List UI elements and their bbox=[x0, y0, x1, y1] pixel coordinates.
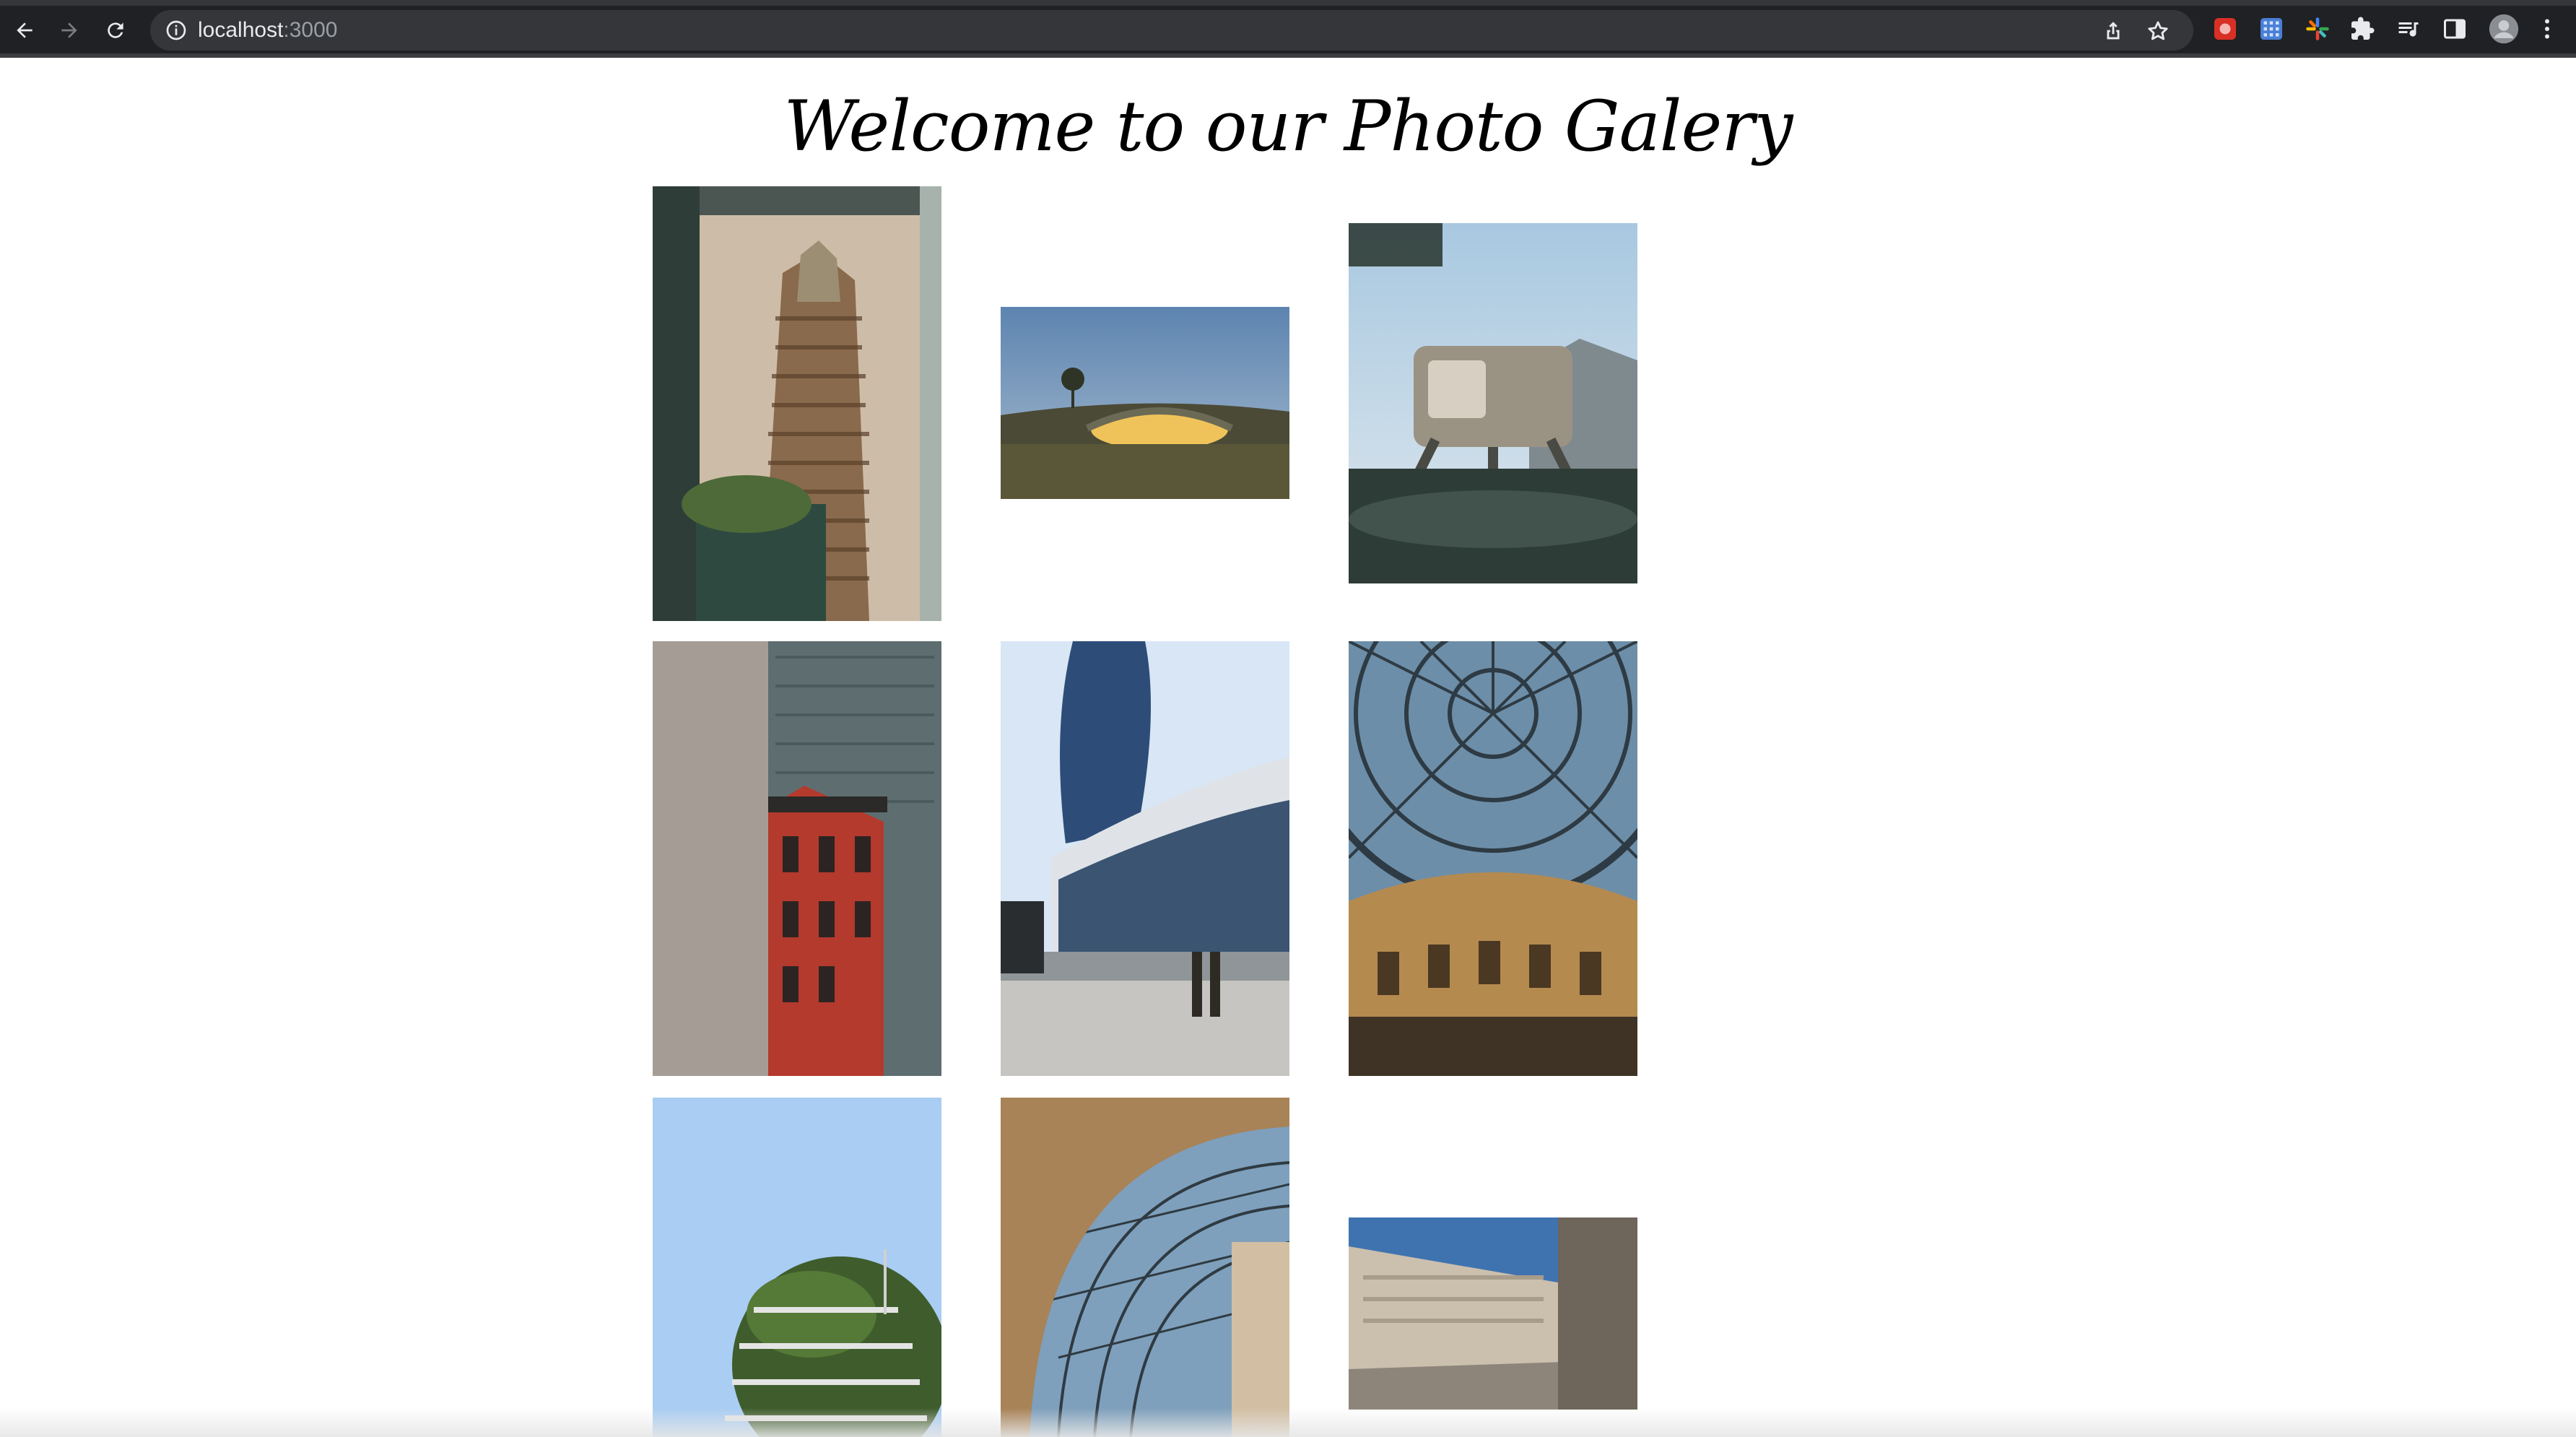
photo-glass-tower-image bbox=[1001, 641, 1289, 1076]
back-button[interactable] bbox=[7, 13, 42, 48]
photo-vertical-forest-image bbox=[653, 1098, 941, 1437]
extension-grid-button[interactable] bbox=[2258, 16, 2284, 42]
photo-red-building-image bbox=[653, 641, 941, 1076]
gallery-photo-modernist-building[interactable] bbox=[1349, 1217, 1637, 1410]
page-title: Welcome to our Photo Galery bbox=[783, 86, 1793, 167]
media-control-button[interactable] bbox=[2396, 16, 2421, 42]
extension-pinwheel-icon bbox=[2306, 17, 2329, 40]
gallery-photo-dusk-building[interactable] bbox=[1001, 307, 1289, 499]
reload-button[interactable] bbox=[98, 13, 133, 48]
photo-arched-vault-image bbox=[1001, 1098, 1289, 1437]
forward-button[interactable] bbox=[52, 13, 87, 48]
arrow-left-icon bbox=[17, 22, 32, 38]
side-panel-icon bbox=[2444, 19, 2466, 39]
side-panel-button[interactable] bbox=[2442, 16, 2468, 42]
gallery-photo-arched-vault[interactable] bbox=[1001, 1098, 1289, 1437]
photo-skyscraper-image bbox=[653, 186, 941, 621]
star-icon[interactable] bbox=[2146, 19, 2170, 43]
info-icon[interactable] bbox=[165, 19, 188, 42]
gallery-photo-skyscraper[interactable] bbox=[653, 186, 941, 621]
photo-dusk-building-image bbox=[1001, 307, 1289, 499]
gallery-photo-vertical-forest[interactable] bbox=[653, 1098, 941, 1437]
address-bar[interactable]: localhost:3000 bbox=[150, 10, 2193, 51]
browser-menu-button[interactable] bbox=[2534, 16, 2560, 42]
photo-walking-house-image bbox=[1349, 223, 1637, 583]
puzzle-icon bbox=[2351, 17, 2375, 40]
profile-avatar-icon bbox=[2489, 14, 2519, 44]
gallery-photo-red-building[interactable] bbox=[653, 641, 941, 1076]
url-text[interactable]: localhost:3000 bbox=[198, 19, 337, 42]
gallery-photo-glass-dome[interactable] bbox=[1349, 641, 1637, 1076]
viewport-bottom-edge bbox=[0, 1408, 2576, 1437]
extension-grid-icon bbox=[2260, 18, 2282, 40]
tab-strip-edge bbox=[0, 0, 2576, 6]
gallery-photo-walking-house[interactable] bbox=[1349, 223, 1637, 583]
menu-kebab-icon bbox=[2545, 19, 2549, 39]
extensions-button[interactable] bbox=[2349, 16, 2375, 42]
extension-red-icon bbox=[2214, 18, 2236, 40]
share-icon[interactable] bbox=[2101, 19, 2125, 43]
browser-toolbar: localhost:3000 bbox=[0, 0, 2576, 58]
extension-pinwheel-button[interactable] bbox=[2305, 16, 2331, 42]
media-control-icon bbox=[2398, 22, 2419, 37]
profile-button[interactable] bbox=[2488, 13, 2520, 45]
extension-red-button[interactable] bbox=[2212, 16, 2238, 42]
gallery-photo-glass-tower[interactable] bbox=[1001, 641, 1289, 1076]
toolbar-divider bbox=[0, 53, 2576, 58]
arrow-right-icon bbox=[61, 22, 77, 38]
photo-modernist-building-image bbox=[1349, 1217, 1637, 1410]
url-port: :3000 bbox=[283, 18, 338, 42]
url-host: localhost bbox=[198, 18, 284, 42]
reload-icon bbox=[108, 22, 123, 38]
photo-glass-dome-image bbox=[1349, 641, 1637, 1076]
